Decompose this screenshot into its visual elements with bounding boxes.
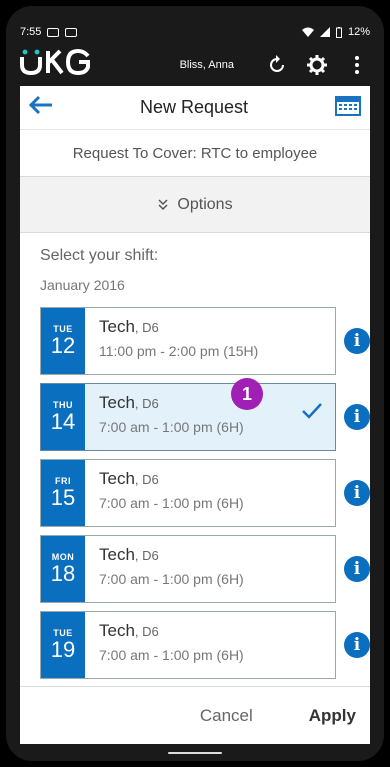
gesture-nav-bar	[6, 744, 384, 761]
job-name: Tech	[99, 545, 135, 564]
refresh-icon[interactable]	[264, 52, 290, 78]
shift-row: TUE 19 Tech, D6 7:00 am - 1:00 pm (6H) i	[40, 611, 370, 679]
info-icon[interactable]: i	[344, 632, 370, 658]
more-menu-icon[interactable]	[344, 52, 370, 78]
date-box: TUE 19	[41, 612, 85, 678]
shift-card[interactable]: MON 18 Tech, D6 7:00 am - 1:00 pm (6H)	[40, 535, 337, 603]
job-name: Tech	[99, 317, 135, 336]
double-chevron-down-icon	[158, 198, 168, 210]
shift-info: Tech, D6 7:00 am - 1:00 pm (6H)	[85, 536, 335, 602]
calendar-icon[interactable]	[334, 93, 362, 122]
info-icon[interactable]: i	[344, 556, 370, 582]
request-screen: New Request Request To Cover: RTC to emp…	[20, 86, 370, 744]
app-bar: Bliss, Anna	[20, 44, 370, 86]
cancel-button[interactable]: Cancel	[200, 706, 253, 726]
shift-time: 7:00 am - 1:00 pm (6H)	[99, 419, 244, 435]
notification-icon	[47, 27, 60, 37]
select-shift-heading: Select your shift:	[40, 247, 159, 264]
info-icon[interactable]: i	[344, 480, 370, 506]
date-box: FRI 15	[41, 460, 85, 526]
job-location: , D6	[134, 396, 159, 411]
date-box: TUE 12	[41, 308, 85, 374]
user-name: Bliss, Anna	[179, 59, 234, 71]
settings-gear-icon[interactable]	[304, 52, 330, 78]
job-location: , D6	[134, 548, 159, 563]
options-toggle[interactable]: Options	[20, 177, 370, 233]
info-icon[interactable]: i	[344, 404, 370, 430]
message-icon	[65, 27, 78, 37]
job-location: , D6	[134, 320, 159, 335]
battery-icon	[335, 26, 342, 38]
request-type-label: Request To Cover: RTC to employee	[20, 130, 370, 177]
shift-info: Tech, D6 7:00 am - 1:00 pm (6H)	[85, 460, 335, 526]
job-location: , D6	[134, 472, 159, 487]
info-icon[interactable]: i	[344, 328, 370, 354]
checkmark-icon	[302, 403, 322, 419]
job-name: Tech	[99, 621, 135, 640]
action-footer: Cancel Apply	[20, 686, 370, 744]
apply-button[interactable]: Apply	[309, 706, 356, 726]
shift-row: MON 18 Tech, D6 7:00 am - 1:00 pm (6H) i	[40, 535, 370, 603]
page-title: New Request	[139, 97, 249, 117]
shift-time: 7:00 am - 1:00 pm (6H)	[99, 647, 244, 663]
day-number: 14	[50, 409, 76, 434]
shift-time: 7:00 am - 1:00 pm (6H)	[99, 571, 244, 587]
step-badge: 1	[231, 378, 263, 410]
status-time: 7:55	[20, 26, 42, 38]
date-box: THU 14	[41, 384, 85, 450]
battery-level: 12%	[347, 26, 370, 38]
day-number: 15	[50, 485, 76, 510]
job-location: , D6	[134, 624, 159, 639]
title-bar: New Request	[20, 86, 370, 130]
shift-info: Tech, D6 11:00 pm - 2:00 pm (15H)	[85, 308, 335, 374]
back-arrow-icon[interactable]	[28, 95, 54, 120]
status-bar: 7:55 12%	[20, 22, 370, 42]
wifi-icon	[301, 27, 314, 37]
signal-icon	[319, 27, 330, 37]
options-label: Options	[177, 195, 233, 213]
shift-row: THU 14 Tech, D6 7:00 am - 1:00 pm (6H) 1…	[40, 378, 370, 451]
shift-info: Tech, D6 7:00 am - 1:00 pm (6H) 1	[85, 378, 335, 450]
shift-time: 7:00 am - 1:00 pm (6H)	[99, 495, 244, 511]
home-indicator[interactable]	[168, 751, 222, 754]
ukg-logo	[20, 48, 180, 82]
date-box: MON 18	[41, 536, 85, 602]
shift-list: TUE 12 Tech, D6 11:00 pm - 2:00 pm (15H)…	[20, 307, 370, 679]
shift-row: FRI 15 Tech, D6 7:00 am - 1:00 pm (6H) i	[40, 459, 370, 527]
job-name: Tech	[99, 393, 135, 412]
shift-card[interactable]: TUE 12 Tech, D6 11:00 pm - 2:00 pm (15H)	[40, 307, 337, 375]
day-number: 19	[50, 637, 76, 662]
shift-card-selected[interactable]: THU 14 Tech, D6 7:00 am - 1:00 pm (6H) 1	[40, 378, 337, 451]
shift-info: Tech, D6 7:00 am - 1:00 pm (6H)	[85, 612, 335, 678]
shift-card[interactable]: FRI 15 Tech, D6 7:00 am - 1:00 pm (6H)	[40, 459, 337, 527]
job-name: Tech	[99, 469, 135, 488]
shift-card[interactable]: TUE 19 Tech, D6 7:00 am - 1:00 pm (6H)	[40, 611, 337, 679]
phone-frame: 7:55 12% Bliss, Anna New Request Request…	[6, 6, 384, 761]
shift-row: TUE 12 Tech, D6 11:00 pm - 2:00 pm (15H)…	[40, 307, 370, 375]
day-number: 18	[50, 561, 76, 586]
day-number: 12	[50, 333, 76, 358]
shift-time: 11:00 pm - 2:00 pm (15H)	[99, 343, 259, 359]
month-heading: January 2016	[40, 277, 125, 293]
